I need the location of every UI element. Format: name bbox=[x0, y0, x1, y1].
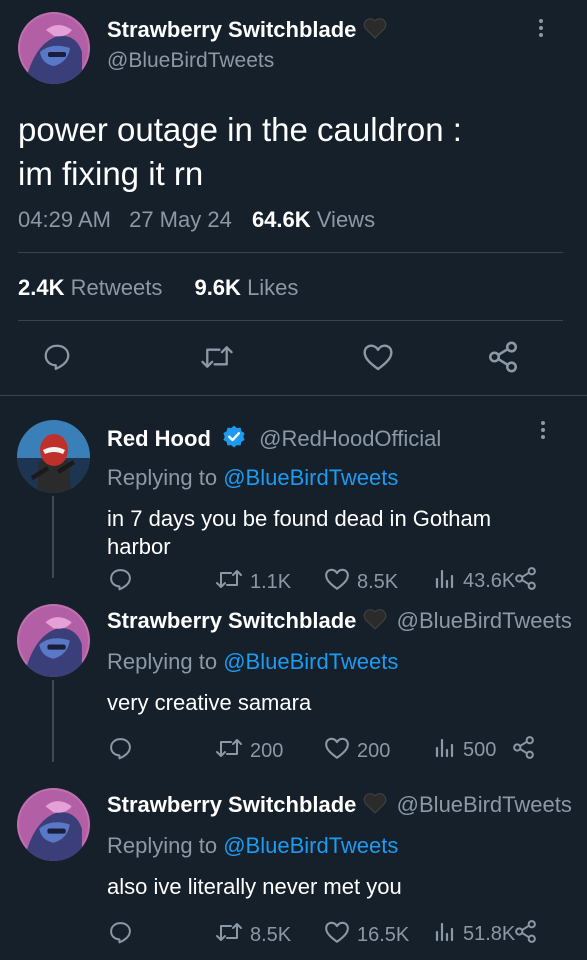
reply-icon[interactable] bbox=[108, 567, 133, 592]
divider bbox=[18, 320, 563, 321]
retweet-count: 8.5K bbox=[250, 923, 292, 946]
reply-avatar[interactable] bbox=[17, 604, 90, 677]
tweet-text-line: im fixing it rn bbox=[18, 155, 204, 192]
divider bbox=[0, 395, 587, 396]
reply-text-line: also ive literally never met you bbox=[107, 874, 402, 899]
more-vertical-icon[interactable] bbox=[538, 16, 544, 40]
replying-to: Replying to @BlueBirdTweets bbox=[107, 465, 398, 491]
black-heart-emoji bbox=[363, 17, 387, 45]
thread-line bbox=[52, 680, 54, 762]
tweet-meta: 04:29 AM 27 May 24 64.6K Views bbox=[18, 207, 375, 233]
divider bbox=[18, 252, 563, 253]
like-stat[interactable]: 200 bbox=[324, 736, 390, 766]
verified-badge-icon bbox=[221, 424, 247, 456]
retweet-icon bbox=[215, 567, 243, 597]
reply-author[interactable]: Strawberry Switchblade @BlueBirdTweets bbox=[107, 608, 572, 636]
black-heart-emoji bbox=[363, 792, 387, 820]
author-display-name[interactable]: Strawberry Switchblade bbox=[107, 17, 356, 42]
replying-to: Replying to @BlueBirdTweets bbox=[107, 833, 398, 859]
retweets-count: 2.4K bbox=[18, 275, 65, 300]
like-count: 16.5K bbox=[357, 923, 410, 946]
retweet-icon bbox=[215, 736, 243, 766]
reply-author[interactable]: Red Hood @RedHoodOfficial bbox=[107, 424, 441, 456]
views-stat[interactable]: 51.8K bbox=[434, 920, 515, 948]
retweet-stat[interactable]: 1.1K bbox=[215, 567, 291, 597]
like-stat[interactable]: 8.5K bbox=[324, 567, 398, 597]
tweet-date[interactable]: 27 May 24 bbox=[129, 207, 232, 232]
share-icon[interactable] bbox=[513, 919, 538, 944]
replying-to-handle[interactable]: @BlueBirdTweets bbox=[223, 649, 398, 674]
views-icon bbox=[434, 736, 456, 764]
replying-to-handle[interactable]: @BlueBirdTweets bbox=[223, 465, 398, 490]
thread-line bbox=[52, 496, 54, 578]
tweet-time[interactable]: 04:29 AM bbox=[18, 207, 111, 232]
views-icon bbox=[434, 920, 456, 948]
reply-avatar[interactable] bbox=[17, 788, 90, 861]
views-stat[interactable]: 500 bbox=[434, 736, 496, 764]
replying-to: Replying to @BlueBirdTweets bbox=[107, 649, 398, 675]
retweet-stat[interactable]: 200 bbox=[215, 736, 283, 766]
views-stat[interactable]: 43.6K bbox=[434, 567, 515, 595]
reply-text-line: harbor bbox=[107, 534, 171, 559]
reply-icon[interactable] bbox=[108, 920, 133, 945]
like-icon[interactable] bbox=[362, 342, 394, 372]
likes-count: 9.6K bbox=[194, 275, 241, 300]
engagement-counts: 2.4K Retweets 9.6K Likes bbox=[18, 275, 298, 301]
retweet-count: 200 bbox=[250, 739, 284, 762]
retweet-icon bbox=[215, 920, 243, 950]
retweet-count: 1.1K bbox=[250, 570, 292, 593]
like-icon bbox=[324, 567, 350, 597]
reply-text: in 7 days you be found dead in Gotham ha… bbox=[107, 505, 491, 561]
tweet-text: power outage in the cauldron : im fixing… bbox=[18, 108, 462, 196]
reply-text-line: in 7 days you be found dead in Gotham bbox=[107, 506, 492, 531]
reply-handle[interactable]: @BlueBirdTweets bbox=[397, 792, 572, 817]
replying-to-label: Replying to bbox=[107, 833, 218, 858]
tweet-text-line: power outage in the cauldron : bbox=[18, 111, 462, 148]
replying-to-handle[interactable]: @BlueBirdTweets bbox=[223, 833, 398, 858]
more-vertical-icon[interactable] bbox=[540, 418, 546, 442]
share-icon[interactable] bbox=[511, 735, 536, 760]
replying-to-label: Replying to bbox=[107, 465, 218, 490]
reply-icon[interactable] bbox=[42, 342, 72, 372]
black-heart-emoji bbox=[363, 608, 387, 636]
views-count: 500 bbox=[463, 738, 497, 761]
reply-text: very creative samara bbox=[107, 689, 311, 717]
reply-display-name[interactable]: Strawberry Switchblade bbox=[107, 608, 356, 633]
like-count: 8.5K bbox=[357, 570, 399, 593]
views-count: 51.8K bbox=[463, 922, 516, 945]
retweets-stat[interactable]: 2.4K Retweets bbox=[18, 275, 168, 300]
reply-author[interactable]: Strawberry Switchblade @BlueBirdTweets bbox=[107, 792, 572, 820]
reply-handle[interactable]: @BlueBirdTweets bbox=[397, 608, 572, 633]
views-count: 43.6K bbox=[463, 569, 516, 592]
retweets-label: Retweets bbox=[70, 275, 163, 300]
author-handle[interactable]: @BlueBirdTweets bbox=[107, 49, 274, 73]
reply-icon[interactable] bbox=[108, 736, 133, 761]
like-count: 200 bbox=[357, 739, 391, 762]
reply-text-line: very creative samara bbox=[107, 690, 312, 715]
reply-avatar[interactable] bbox=[17, 420, 90, 493]
author-name[interactable]: Strawberry Switchblade bbox=[107, 17, 387, 45]
views-label: Views bbox=[316, 207, 376, 232]
reply-display-name[interactable]: Red Hood bbox=[107, 426, 211, 451]
views-count: 64.6K bbox=[251, 207, 311, 232]
likes-label: Likes bbox=[247, 275, 299, 300]
like-stat[interactable]: 16.5K bbox=[324, 920, 409, 950]
reply-display-name[interactable]: Strawberry Switchblade bbox=[107, 792, 356, 817]
retweet-stat[interactable]: 8.5K bbox=[215, 920, 291, 950]
replying-to-label: Replying to bbox=[107, 649, 218, 674]
reply-text: also ive literally never met you bbox=[107, 873, 402, 901]
likes-stat[interactable]: 9.6K Likes bbox=[194, 275, 298, 300]
author-avatar[interactable] bbox=[18, 12, 90, 84]
like-icon bbox=[324, 920, 350, 950]
views-icon bbox=[434, 567, 456, 595]
retweet-icon[interactable] bbox=[200, 342, 234, 372]
share-icon[interactable] bbox=[486, 340, 520, 374]
reply-handle[interactable]: @RedHoodOfficial bbox=[259, 426, 441, 451]
share-icon[interactable] bbox=[513, 566, 538, 591]
like-icon bbox=[324, 736, 350, 766]
